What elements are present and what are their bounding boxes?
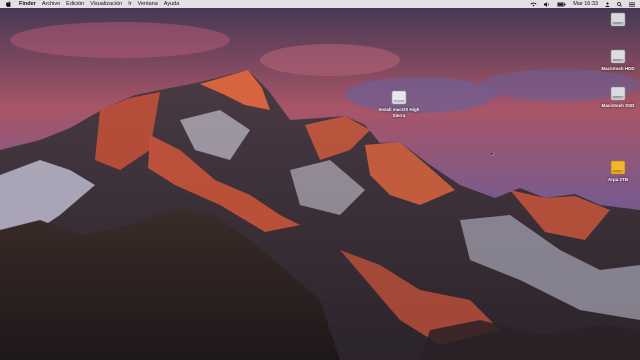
hard-disk-icon [609,84,627,102]
battery-icon[interactable] [557,1,566,7]
menu-bar-left: Finder Archivo Edición Visualización Ir … [6,1,185,7]
mountain-scene [0,0,640,360]
desktop-icon-label: Arpa 2TB [607,177,628,182]
menu-ventana[interactable]: Ventana [138,1,158,7]
list-icon[interactable] [629,2,635,7]
menu-ir[interactable]: Ir [128,1,131,7]
user-icon[interactable] [605,1,610,7]
menu-archivo[interactable]: Archivo [42,1,60,7]
desktop-icon-label: Macintosh SSD [601,103,635,108]
desktop-icon-disk-1[interactable] [594,10,640,29]
desktop-icon-label: Install macOS High Sierra [378,107,420,118]
external-disk-icon [609,10,627,28]
menu-finder[interactable]: Finder [19,1,36,7]
desktop-icon-macintosh-ssd[interactable]: Macintosh SSD [594,84,640,109]
search-icon[interactable] [617,1,622,7]
desktop-icon-arpa-2tb[interactable]: Arpa 2TB [594,158,640,183]
external-disk-icon [609,158,627,176]
wifi-icon[interactable] [530,2,537,7]
desktop-wallpaper [0,0,640,360]
menu-ayuda[interactable]: Ayuda [164,1,180,7]
menu-edicion[interactable]: Edición [66,1,84,7]
mouse-pointer-icon [490,143,495,157]
hard-disk-icon [609,47,627,65]
clock[interactable]: Mar 16:33 [573,1,598,7]
desktop-icon-macintosh-hdd[interactable]: Macintosh HDD [594,47,640,72]
desktop-icon-label: Macintosh HDD [601,66,635,71]
menu-bar: Finder Archivo Edición Visualización Ir … [0,0,640,8]
desktop-icon-installer[interactable]: Install macOS High Sierra [375,88,423,118]
menu-bar-status: Mar 16:33 [523,1,635,7]
menu-visualizacion[interactable]: Visualización [90,1,122,7]
apple-icon[interactable] [6,1,11,7]
volume-icon[interactable] [544,1,550,7]
installer-icon [390,88,408,106]
